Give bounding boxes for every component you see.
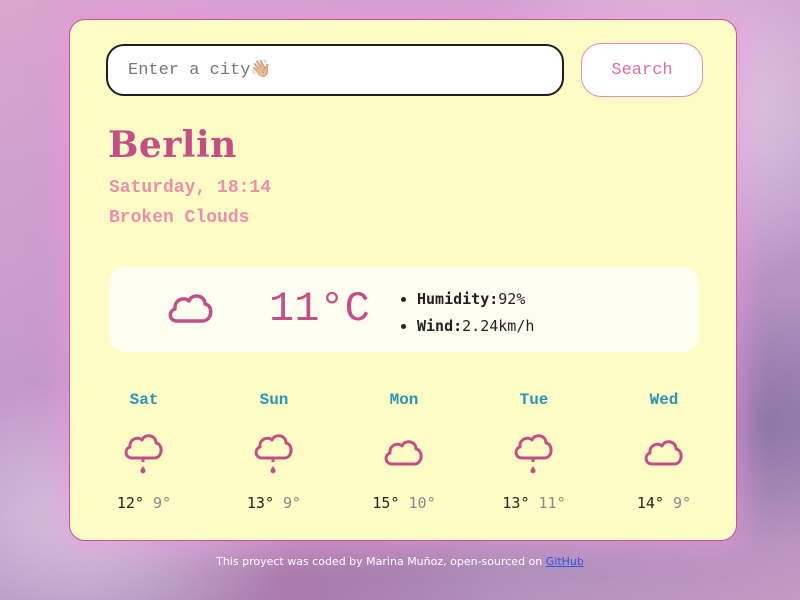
weather-details-list: Humidity:92% Wind:2.24km/h bbox=[399, 286, 534, 340]
forecast-max-temp: 15° bbox=[372, 494, 400, 512]
wind-label: Wind: bbox=[417, 317, 463, 335]
forecast-temps: 13° 9° bbox=[239, 494, 309, 512]
forecast-max-temp: 14° bbox=[636, 494, 664, 512]
search-button[interactable]: Search bbox=[581, 43, 703, 97]
forecast-min-temp: 11° bbox=[538, 494, 566, 512]
forecast-day: Mon 15° 10° bbox=[369, 388, 439, 512]
forecast-day: Sat 12° 9° bbox=[109, 388, 179, 512]
weather-description: Broken Clouds bbox=[109, 208, 250, 228]
humidity-item: Humidity:92% bbox=[417, 286, 534, 313]
forecast-day: Tue 13° 11° bbox=[499, 388, 569, 512]
cloud-icon bbox=[644, 440, 683, 466]
current-datetime: Saturday, 18:14 bbox=[109, 178, 272, 198]
wind-value: 2.24km/h bbox=[462, 317, 535, 335]
weather-card: Search Berlin Saturday, 18:14 Broken Clo… bbox=[69, 19, 737, 541]
forecast-temps: 15° 10° bbox=[369, 494, 439, 512]
rain-cloud-icon bbox=[514, 434, 553, 474]
cloud-icon bbox=[384, 440, 423, 466]
forecast-max-temp: 13° bbox=[502, 494, 530, 512]
rain-cloud-icon bbox=[124, 434, 163, 474]
current-weather-panel: 11°C Humidity:92% Wind:2.24km/h bbox=[109, 267, 699, 352]
forecast-temps: 13° 11° bbox=[499, 494, 569, 512]
forecast-temps: 14° 9° bbox=[629, 494, 699, 512]
forecast-day-name: Mon bbox=[389, 391, 419, 409]
footer-text: This proyect was coded by Marina Muñoz, … bbox=[216, 555, 546, 568]
forecast-day-name: Sun bbox=[259, 391, 289, 409]
forecast-max-temp: 12° bbox=[116, 494, 144, 512]
forecast-min-temp: 9° bbox=[283, 494, 302, 512]
current-temperature: 11°C bbox=[269, 285, 370, 333]
forecast-min-temp: 9° bbox=[153, 494, 172, 512]
forecast-day-name: Sat bbox=[129, 391, 159, 409]
forecast-day-name: Tue bbox=[519, 391, 549, 409]
rain-cloud-icon bbox=[254, 434, 293, 474]
forecast-max-temp: 13° bbox=[246, 494, 274, 512]
forecast-min-temp: 9° bbox=[673, 494, 692, 512]
city-name: Berlin bbox=[108, 124, 237, 166]
github-link[interactable]: GitHub bbox=[546, 555, 584, 568]
forecast-row: Sat 12° 9° Sun 13° 9° Mon 15° 10° Tue 13… bbox=[109, 388, 709, 528]
humidity-value: 92% bbox=[498, 290, 526, 308]
footer: This proyect was coded by Marina Muñoz, … bbox=[0, 555, 800, 568]
cloud-icon bbox=[168, 294, 213, 323]
forecast-day: Sun 13° 9° bbox=[239, 388, 309, 512]
city-search-input[interactable] bbox=[106, 44, 564, 96]
forecast-day: Wed 14° 9° bbox=[629, 388, 699, 512]
wind-item: Wind:2.24km/h bbox=[417, 313, 534, 340]
forecast-day-name: Wed bbox=[649, 391, 679, 409]
humidity-label: Humidity: bbox=[417, 290, 499, 308]
forecast-min-temp: 10° bbox=[408, 494, 436, 512]
forecast-temps: 12° 9° bbox=[109, 494, 179, 512]
